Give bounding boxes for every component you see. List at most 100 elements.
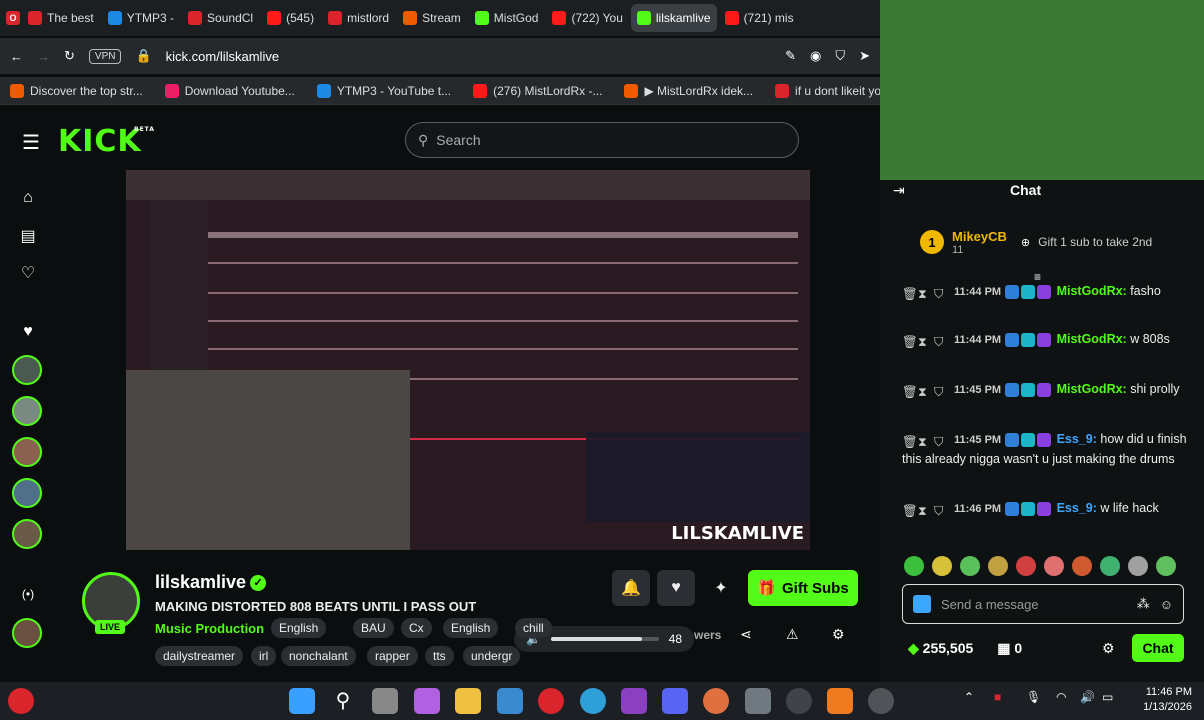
- discord-icon[interactable]: [662, 688, 688, 714]
- browser-tab[interactable]: Stream: [397, 4, 467, 32]
- browser-tab[interactable]: (545): [261, 4, 320, 32]
- search-taskbar-icon[interactable]: ⚲: [330, 688, 356, 714]
- tag-chip[interactable]: English: [443, 618, 499, 638]
- delete-icon[interactable]: 🗑: [902, 285, 918, 301]
- chat-message[interactable]: 🗑⧗ ⛉ 11:45 PM Ess_9: how did u finish this…: [902, 430, 1192, 469]
- shield-icon[interactable]: ⛉: [835, 48, 845, 64]
- camera-app-icon[interactable]: [745, 688, 771, 714]
- edge-icon[interactable]: [580, 688, 606, 714]
- followed-channel-avatar[interactable]: [12, 437, 42, 467]
- browser-tab[interactable]: MistGod: [469, 4, 545, 32]
- sparkle-button[interactable]: ✦: [702, 570, 740, 606]
- back-icon[interactable]: ←: [10, 49, 23, 64]
- chat-settings-icon[interactable]: ⚙: [1102, 640, 1115, 657]
- copilot-icon[interactable]: [414, 688, 440, 714]
- emote-icon[interactable]: [960, 556, 980, 576]
- battery-icon[interactable]: ▭: [1102, 690, 1113, 704]
- timeout-icon[interactable]: ⧗: [918, 285, 932, 301]
- gift-subs-button[interactable]: 🎁 Gift Subs: [748, 570, 858, 606]
- emoji-icon[interactable]: ☺: [1160, 597, 1173, 612]
- message-username[interactable]: MistGodRx:: [1057, 284, 1127, 298]
- followed-channel-avatar[interactable]: [12, 396, 42, 426]
- wifi-icon[interactable]: ◠: [1056, 690, 1066, 704]
- obs-icon[interactable]: [786, 688, 812, 714]
- following-heart-icon[interactable]: ♡: [14, 259, 42, 287]
- followed-channel-avatar[interactable]: [12, 478, 42, 508]
- browser-tab[interactable]: The best: [22, 4, 100, 32]
- browser-tab[interactable]: mistlord: [322, 4, 395, 32]
- ban-icon[interactable]: ⛉: [934, 333, 948, 349]
- message-username[interactable]: Ess_9:: [1057, 501, 1097, 515]
- tag-chip[interactable]: English: [271, 618, 327, 638]
- tag-chip[interactable]: undergr: [463, 646, 521, 666]
- browser-tab[interactable]: SoundCl: [182, 4, 259, 32]
- app-icon[interactable]: [703, 688, 729, 714]
- video-player[interactable]: LILSKAMLIVE: [126, 170, 810, 550]
- ban-icon[interactable]: ⛉: [934, 502, 948, 518]
- browser-tab[interactable]: YTMP3 -: [102, 4, 180, 32]
- tag-chip[interactable]: BAU: [353, 618, 394, 638]
- edit-icon[interactable]: ✎: [785, 48, 796, 64]
- translate-icon[interactable]: ⁂: [1137, 596, 1150, 612]
- forward-icon[interactable]: →: [37, 49, 50, 64]
- microphone-icon[interactable]: 🎙: [1026, 690, 1041, 704]
- chat-input[interactable]: Send a message ⁂ ☺: [902, 584, 1184, 624]
- opera-icon[interactable]: O: [6, 11, 20, 25]
- task-view-icon[interactable]: [372, 688, 398, 714]
- ban-icon[interactable]: ⛉: [934, 285, 948, 301]
- tag-chip[interactable]: Cx: [401, 618, 432, 638]
- send-icon[interactable]: ➤: [859, 48, 870, 64]
- emote-icon[interactable]: [932, 556, 952, 576]
- browse-icon[interactable]: ▤: [14, 222, 42, 250]
- opera-icon[interactable]: [538, 688, 564, 714]
- ban-icon[interactable]: ⛉: [934, 383, 948, 399]
- followed-channel-avatar[interactable]: [12, 355, 42, 385]
- camera-icon[interactable]: ◉: [810, 48, 821, 64]
- collapse-chat-icon[interactable]: ⇥: [893, 182, 905, 199]
- category-link[interactable]: Music Production: [155, 621, 264, 636]
- channel-points[interactable]: ◆ 255,505 ▦ 0: [908, 640, 1022, 657]
- recommended-channel-avatar[interactable]: [12, 618, 42, 648]
- reload-icon[interactable]: ↻: [64, 48, 75, 64]
- delete-icon[interactable]: 🗑: [902, 433, 918, 449]
- emote-icon[interactable]: [904, 556, 924, 576]
- bookmark-item[interactable]: (276) MistLordRx -...: [473, 83, 602, 98]
- bookmark-item[interactable]: Download Youtube...: [164, 83, 295, 98]
- system-clock[interactable]: 11:46 PM 1/13/2026: [1143, 685, 1192, 715]
- bookmark-item[interactable]: YTMP3 - YouTube t...: [316, 83, 451, 98]
- timeout-icon[interactable]: ⧗: [918, 433, 932, 449]
- browser-tab[interactable]: (721) mis: [719, 4, 800, 32]
- message-username[interactable]: MistGodRx:: [1057, 382, 1127, 396]
- chat-message[interactable]: 🗑⧗ ⛉ 11:44 PM MistGodRx: fasho: [902, 282, 1192, 302]
- emote-icon[interactable]: [1128, 556, 1148, 576]
- notification-bell-button[interactable]: 🔔: [612, 570, 650, 606]
- app-icon[interactable]: [497, 688, 523, 714]
- timeout-icon[interactable]: ⧗: [918, 502, 932, 518]
- tray-chevron-icon[interactable]: ⌃: [964, 690, 974, 704]
- timeout-icon[interactable]: ⧗: [918, 333, 932, 349]
- emote-bar[interactable]: [904, 556, 1184, 576]
- follow-button[interactable]: ♥: [657, 570, 695, 606]
- report-icon[interactable]: ⚠: [786, 626, 799, 643]
- emote-icon[interactable]: [1072, 556, 1092, 576]
- tag-chip[interactable]: nonchalant: [281, 646, 356, 666]
- share-icon[interactable]: ⋖: [740, 626, 752, 643]
- tag-chip[interactable]: irl: [251, 646, 277, 666]
- streamer-name[interactable]: lilskamlive ✓: [155, 572, 267, 593]
- ban-icon[interactable]: ⛉: [934, 433, 948, 449]
- tag-chip[interactable]: rapper: [367, 646, 418, 666]
- top-gifter-name[interactable]: MikeyCB: [952, 229, 1007, 244]
- emote-icon[interactable]: [1016, 556, 1036, 576]
- message-username[interactable]: MistGodRx:: [1057, 332, 1127, 346]
- kick-emote-icon[interactable]: [913, 595, 931, 613]
- opera-gx-icon[interactable]: [8, 688, 34, 714]
- search-input[interactable]: ⚲ Search: [405, 122, 799, 158]
- delete-icon[interactable]: 🗑: [902, 502, 918, 518]
- volume-slider[interactable]: [550, 637, 659, 641]
- fl-studio-icon[interactable]: [827, 688, 853, 714]
- send-chat-button[interactable]: Chat: [1132, 634, 1184, 662]
- vpn-badge[interactable]: VPN: [88, 48, 122, 64]
- emote-icon[interactable]: [1044, 556, 1064, 576]
- emote-icon[interactable]: [1156, 556, 1176, 576]
- emote-icon[interactable]: [1100, 556, 1120, 576]
